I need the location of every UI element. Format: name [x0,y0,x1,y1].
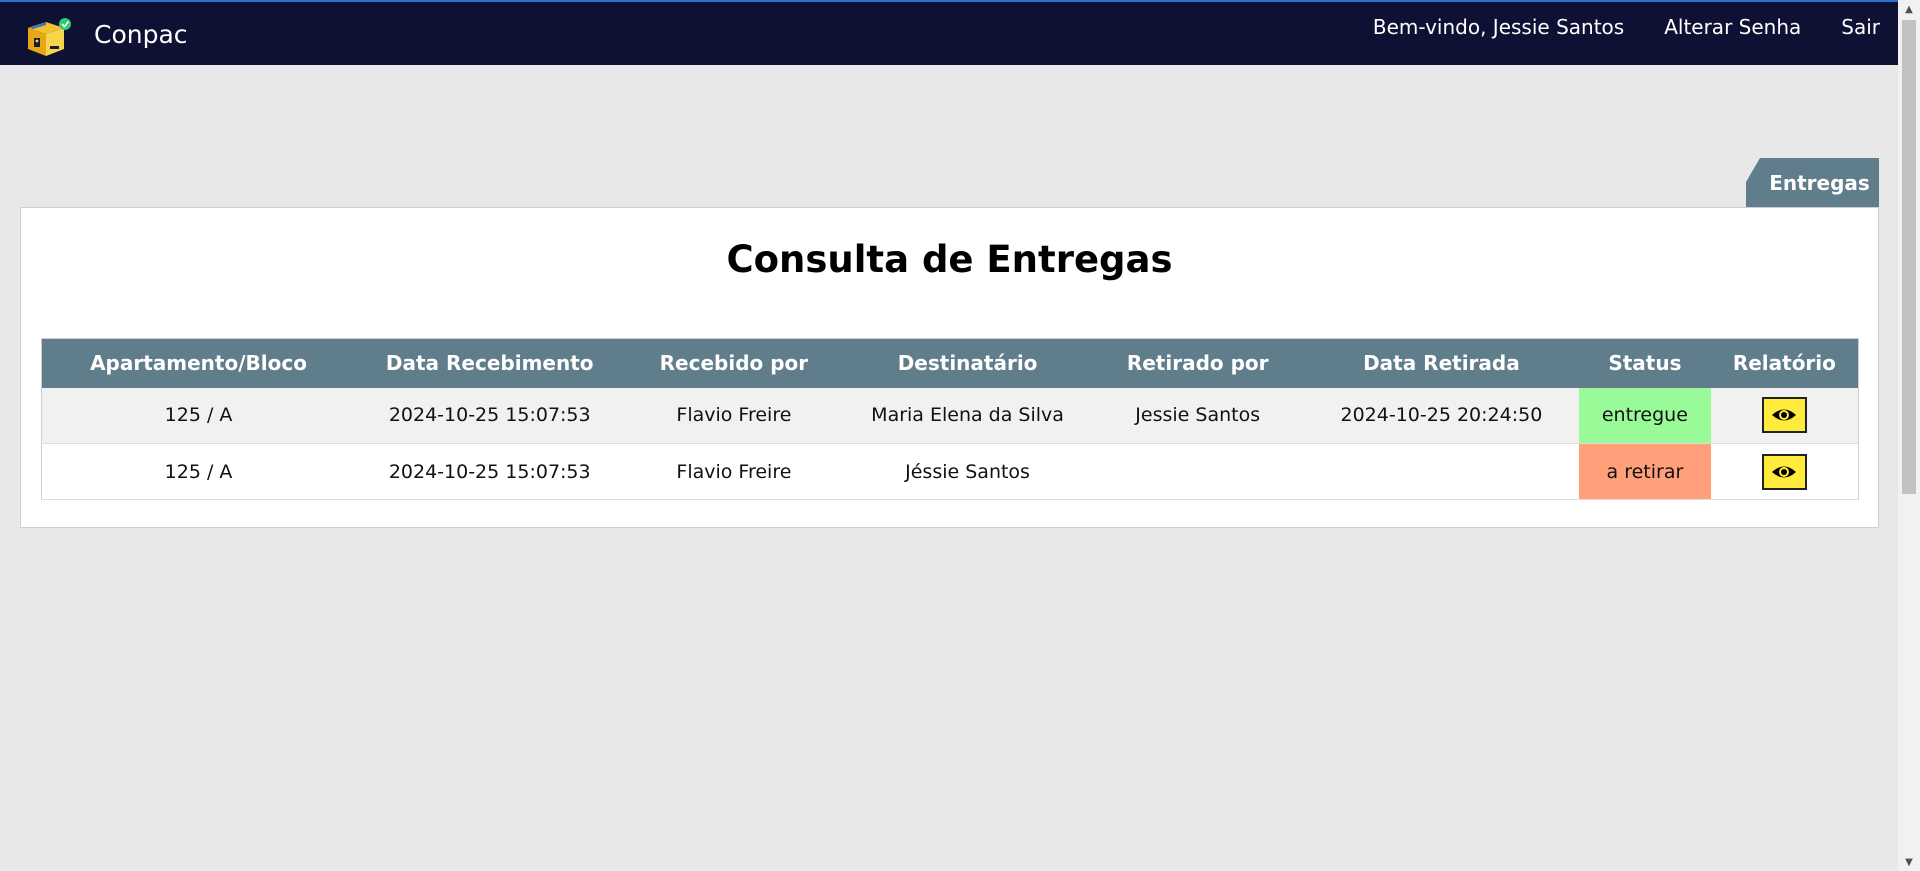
table-row: 125 / A 2024-10-25 15:07:53 Flavio Freir… [41,443,1859,500]
scrollbar-thumb[interactable] [1902,20,1916,494]
deliveries-table: Apartamento/Bloco Data Recebimento Receb… [41,338,1859,500]
view-report-button[interactable] [1761,453,1807,490]
column-header: Data Recebimento [355,338,625,388]
received-by-cell: Flavio Freire [624,387,844,444]
column-header: Apartamento/Bloco [41,338,356,388]
app-brand[interactable]: Conpac [94,20,188,49]
logout-link[interactable]: Sair [1841,15,1880,39]
user-nav: Bem-vindo, Jessie Santos Alterar Senha S… [1373,15,1880,39]
column-header: Retirado por [1091,338,1304,388]
change-password-link[interactable]: Alterar Senha [1664,15,1801,39]
column-header: Recebido por [624,338,844,388]
column-header: Status [1579,338,1711,388]
welcome-link[interactable]: Bem-vindo, Jessie Santos [1373,15,1624,39]
table-row: 125 / A 2024-10-25 15:07:53 Flavio Freir… [41,387,1859,444]
top-navbar: Conpac Bem-vindo, Jessie Santos Alterar … [0,0,1898,65]
tab-entregas[interactable]: Entregas [1746,158,1879,208]
received-date-cell: 2024-10-25 15:07:53 [355,387,625,444]
picked-up-by-cell [1091,443,1304,500]
pickup-date-cell [1303,443,1580,500]
table-header-row: Apartamento/Bloco Data Recebimento Receb… [41,338,1859,388]
scroll-down-icon[interactable]: ▼ [1898,853,1920,871]
view-report-button[interactable] [1761,397,1807,434]
package-logo-icon[interactable] [24,16,74,58]
recipient-cell: Jéssie Santos [843,443,1092,500]
vertical-scrollbar[interactable]: ▲ ▼ [1898,0,1920,871]
column-header: Relatório [1710,338,1859,388]
picked-up-by-cell: Jessie Santos [1091,387,1304,444]
pickup-date-cell: 2024-10-25 20:24:50 [1303,387,1580,444]
apartment-cell: 125 / A [41,387,356,444]
page-title: Consulta de Entregas [726,238,1173,281]
status-badge: entregue [1579,387,1711,444]
eye-icon [1772,466,1797,477]
recipient-cell: Maria Elena da Silva [843,387,1092,444]
column-header: Destinatário [843,338,1092,388]
received-by-cell: Flavio Freire [624,443,844,500]
apartment-cell: 125 / A [41,443,356,500]
deliveries-panel: Consulta de Entregas Apartamento/Bloco D… [20,207,1879,528]
received-date-cell: 2024-10-25 15:07:53 [355,443,625,500]
eye-icon [1772,409,1797,421]
report-cell [1710,387,1859,444]
status-badge: a retirar [1579,443,1711,500]
scroll-up-icon[interactable]: ▲ [1898,0,1920,18]
report-cell [1710,443,1859,500]
column-header: Data Retirada [1303,338,1580,388]
